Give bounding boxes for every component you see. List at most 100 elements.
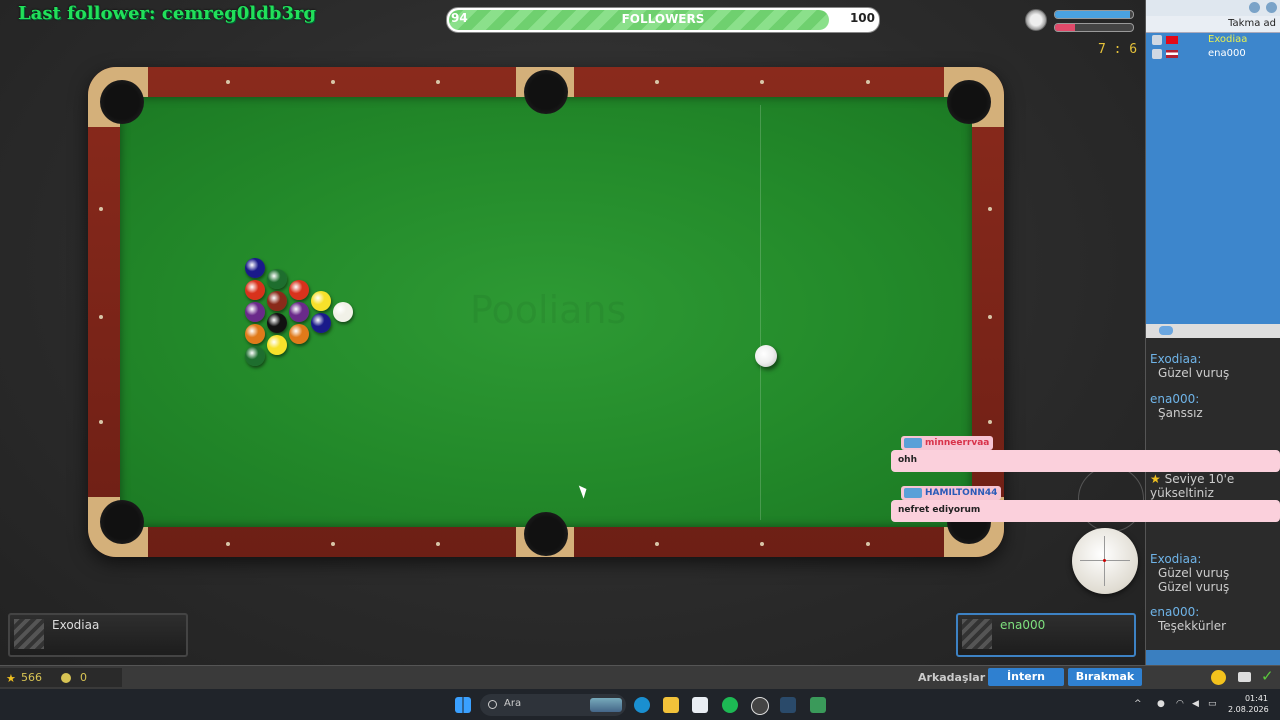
- pocket: [524, 70, 568, 114]
- followers-goal-bar: 94 FOLLOWERS 100: [446, 7, 880, 33]
- pocket: [100, 80, 144, 124]
- game-area: Last follower: cemreg0ldb3rg 94 FOLLOWER…: [0, 0, 1145, 665]
- taskbar-search[interactable]: Ara: [480, 694, 626, 716]
- emoji-icon[interactable]: [1211, 670, 1226, 685]
- chat-author: ena000:: [1150, 605, 1200, 619]
- user-list-header: Takma ad: [1146, 16, 1280, 33]
- object-ball: [267, 269, 287, 289]
- avatar: [962, 619, 992, 649]
- pocket: [100, 500, 144, 544]
- chat-icon[interactable]: [1238, 672, 1251, 682]
- spotify-icon[interactable]: [722, 697, 738, 713]
- sidebar-toolbar: [1146, 0, 1280, 16]
- coin-count: 0: [80, 671, 87, 684]
- system-message: Seviye 10'e yükseltiniz: [1150, 472, 1235, 500]
- head-string-line: [760, 105, 761, 520]
- rail-diamond: [866, 80, 870, 84]
- user-name: ena000: [1208, 48, 1246, 59]
- battery-icon[interactable]: ▭: [1208, 699, 1218, 709]
- object-ball: [289, 280, 309, 300]
- player1-name: Exodiaa: [52, 618, 100, 632]
- volume-icon[interactable]: ◀: [1192, 699, 1202, 709]
- leave-button[interactable]: Bırakmak: [1068, 668, 1142, 686]
- overlay-chat-message: nefret ediyorum: [891, 500, 1280, 522]
- spin-control[interactable]: [1072, 528, 1138, 594]
- folder-icon[interactable]: [663, 697, 679, 713]
- user-row[interactable]: Exodiaa: [1146, 33, 1280, 47]
- sidebar: Takma ad Exodiaa ena000 Exodiaa: Güzel v…: [1145, 0, 1280, 665]
- flag-tr-icon: [1166, 36, 1178, 44]
- player2-timer-fill: [1055, 24, 1076, 31]
- rail-diamond: [99, 207, 103, 211]
- object-ball: [311, 291, 331, 311]
- star-icon: ★: [1150, 472, 1161, 486]
- chat-message: Güzel vuruş: [1158, 366, 1230, 380]
- rail-diamond: [655, 542, 659, 546]
- intern-button[interactable]: İntern: [988, 668, 1064, 686]
- followers-label: FOLLOWERS: [621, 12, 705, 26]
- rail-diamond: [331, 80, 335, 84]
- game-app-icon[interactable]: [810, 697, 826, 713]
- add-icon[interactable]: [1249, 2, 1260, 13]
- object-ball: [245, 346, 265, 366]
- avatar: [1152, 49, 1162, 59]
- start-icon[interactable]: [455, 697, 471, 713]
- rail-diamond: [655, 80, 659, 84]
- pocket: [947, 80, 991, 124]
- match-score: 7 : 6: [1098, 42, 1138, 57]
- user-list: Takma ad Exodiaa ena000: [1146, 16, 1280, 324]
- coin-icon: [61, 673, 71, 683]
- wifi-icon[interactable]: ◠: [1176, 699, 1186, 709]
- chat-author: Exodiaa:: [1150, 352, 1202, 366]
- chat-input[interactable]: [1146, 650, 1280, 665]
- rail-diamond: [99, 315, 103, 319]
- star-count: 566: [21, 671, 42, 684]
- friends-link[interactable]: Arkadaşlar: [918, 671, 985, 684]
- search-highlight-icon: [590, 698, 622, 712]
- edge-icon[interactable]: [634, 697, 650, 713]
- spin-point: [1103, 559, 1106, 562]
- steam-icon[interactable]: [780, 697, 796, 713]
- followers-target: 100: [849, 11, 875, 25]
- clock-icon: [1025, 9, 1047, 31]
- user-name: Exodiaa: [1208, 34, 1248, 45]
- player1-timer-bar: [1054, 10, 1134, 19]
- object-ball: [333, 302, 353, 322]
- time: 01:41: [1244, 694, 1268, 703]
- overlay-chat-user: minneerrvaa: [901, 436, 994, 450]
- object-ball: [245, 258, 265, 278]
- app-icon[interactable]: [751, 697, 769, 715]
- object-ball: [245, 324, 265, 344]
- chat-log: Exodiaa: Güzel vuruş ena000: Şanssız ★ S…: [1146, 338, 1280, 650]
- mic-icon[interactable]: ●: [1157, 699, 1167, 709]
- chat-message: Güzel vuruş: [1158, 566, 1230, 580]
- user-row[interactable]: ena000: [1146, 47, 1280, 61]
- object-ball: [267, 291, 287, 311]
- pocket: [524, 512, 568, 556]
- scroll-thumb[interactable]: [1159, 326, 1173, 335]
- clock[interactable]: 01:41 2.08.2026: [1228, 693, 1269, 715]
- badge-icon: [904, 438, 922, 448]
- chevron-up-icon[interactable]: ^: [1134, 699, 1144, 709]
- badge-icon: [904, 488, 922, 498]
- avatar: [1152, 35, 1162, 45]
- object-ball: [311, 313, 331, 333]
- object-ball: [267, 313, 287, 333]
- object-ball: [245, 302, 265, 322]
- rail-diamond: [99, 420, 103, 424]
- rail-diamond: [988, 420, 992, 424]
- cue-ball[interactable]: [755, 345, 777, 367]
- rail-diamond: [760, 80, 764, 84]
- avatar: [14, 619, 44, 649]
- power-ring: [1078, 466, 1144, 532]
- search-icon[interactable]: [1266, 2, 1277, 13]
- store-icon[interactable]: [692, 697, 708, 713]
- chat-author: ena000:: [1150, 392, 1200, 406]
- chat-author: Exodiaa:: [1150, 552, 1202, 566]
- search-icon: [488, 700, 497, 709]
- check-icon[interactable]: ✓: [1261, 667, 1274, 685]
- chat-message: Güzel vuruş: [1158, 580, 1230, 594]
- user-list-scrollbar[interactable]: [1146, 324, 1280, 338]
- star-icon: ★: [6, 672, 16, 685]
- bottom-bar: ★ 566 0 Arkadaşlar İntern Bırakmak ✓: [0, 665, 1280, 690]
